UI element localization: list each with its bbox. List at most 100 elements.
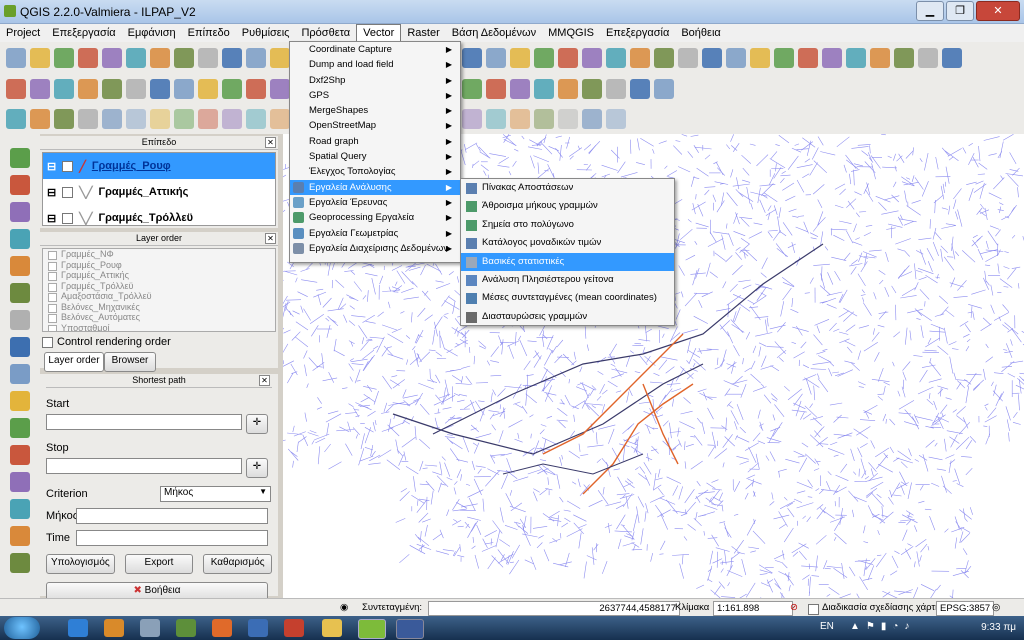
toolbar-tool-icon[interactable] [222,48,242,68]
toolbar-tool-icon[interactable] [222,79,242,99]
toolbar-tool-icon[interactable] [486,48,506,68]
toolbar-tool-icon[interactable] [486,79,506,99]
tab-browser[interactable]: Browser [104,352,156,372]
toolbar-tool-icon[interactable] [198,109,218,129]
app-icon[interactable] [284,619,304,637]
toolbar-tool-icon[interactable] [54,109,74,129]
toolbar-tool-icon[interactable] [558,109,578,129]
vector-menu-item[interactable]: Road graph ▶ [290,134,460,149]
analysis-menu-item[interactable]: Κατάλογος μοναδικών τιμών [461,234,674,252]
vector-menu-item[interactable]: Εργαλεία Έρευνας ▶ [290,195,460,210]
toolbar-tool-icon[interactable] [606,48,626,68]
toolbar-tool-icon[interactable] [846,48,866,68]
toolbar-tool-icon[interactable] [6,79,26,99]
collapse-icon[interactable]: ⊟ [47,186,56,199]
menu-1[interactable]: Επεξεργασία [46,24,121,42]
vector-menu-item[interactable]: Coordinate Capture ▶ [290,42,460,57]
toolbar-tool-icon[interactable] [6,109,26,129]
layer-order-list[interactable]: Γραμμές_ΝΦ Γραμμές_Ρουφ Γραμμές_Αττικής Γρα… [42,248,276,332]
toolbar-tool-icon[interactable] [918,48,938,68]
layer-order-item[interactable]: Βελόνες_Μηχανικές [43,302,275,312]
add-layer-icon[interactable] [10,445,30,465]
toolbar-tool-icon[interactable] [174,109,194,129]
toolbar-tool-icon[interactable] [558,79,578,99]
rendering-order-checkbox[interactable] [42,336,53,348]
add-layer-icon[interactable] [10,310,30,330]
layer-order-item[interactable]: Βελόνες_Αυτόματες [43,312,275,323]
toolbar-tool-icon[interactable] [654,48,674,68]
toolbar-tool-icon[interactable] [30,48,50,68]
toolbar-tool-icon[interactable] [78,109,98,129]
coordinate-display[interactable]: 2637744,4588177 [428,601,680,616]
toolbar-tool-icon[interactable] [54,79,74,99]
toolbar-tool-icon[interactable] [510,109,530,129]
toolbar-tool-icon[interactable] [702,48,722,68]
vector-menu-item[interactable]: Dxf2Shp ▶ [290,73,460,88]
epsg-button[interactable]: EPSG:3857 [936,601,994,616]
layer-item[interactable]: ⊟ ╲╱ Γραμμές_Τρόλλεϋ [43,205,275,231]
document-icon[interactable] [140,619,160,637]
add-layer-icon[interactable] [10,283,30,303]
layer-order-item[interactable]: Αμαξοστάσια_Τρόλλεϋ [43,291,275,302]
toolbar-tool-icon[interactable] [870,48,890,68]
toolbar-tool-icon[interactable] [102,109,122,129]
toolbar-tool-icon[interactable] [750,48,770,68]
minimize-button[interactable]: ▁ [916,1,944,21]
media-player-icon[interactable] [104,619,124,637]
close-button[interactable]: ✕ [976,1,1020,21]
qgis-taskbar-icon[interactable] [358,619,386,639]
toolbar-tool-icon[interactable] [150,109,170,129]
add-layer-icon[interactable] [10,499,30,519]
add-layer-icon[interactable] [10,553,30,573]
analysis-menu-item[interactable]: Πίνακας Αποστάσεων [461,179,674,197]
toolbar-tool-icon[interactable] [510,48,530,68]
toolbar-tool-icon[interactable] [678,48,698,68]
layer-order-item[interactable]: Γραμμές_Τρόλλεϋ [43,281,275,291]
toolbar-tool-icon[interactable] [462,79,482,99]
toolbar-tool-icon[interactable] [462,109,482,129]
add-layer-icon[interactable] [10,418,30,438]
layer-checkbox[interactable] [62,212,74,224]
add-layer-icon[interactable] [10,337,30,357]
toolbar-tool-icon[interactable] [726,48,746,68]
toolbar-tool-icon[interactable] [174,48,194,68]
app-icon[interactable] [248,619,268,637]
panel-close-icon[interactable]: ✕ [259,375,270,386]
toolbar-tool-icon[interactable] [222,109,242,129]
add-layer-icon[interactable] [10,202,30,222]
add-layer-icon[interactable] [10,175,30,195]
menu-7[interactable]: Raster [401,24,445,42]
toolbar-tool-icon[interactable] [510,79,530,99]
vector-menu-item[interactable]: Geoprocessing Εργαλεία ▶ [290,210,460,225]
stop-render-icon[interactable]: ⊘ [790,601,798,615]
add-layer-icon[interactable] [10,526,30,546]
vector-menu-item[interactable]: MergeShapes ▶ [290,103,460,118]
toolbar-tool-icon[interactable] [102,48,122,68]
export-button[interactable]: Export [124,554,194,574]
add-layer-icon[interactable] [10,391,30,411]
toolbar-tool-icon[interactable] [270,109,290,129]
vector-menu-item[interactable]: GPS ▶ [290,88,460,103]
menu-8[interactable]: Βάση Δεδομένων [446,24,542,42]
word-icon[interactable] [396,619,424,639]
control-rendering-order[interactable]: Control rendering order [42,336,276,348]
toolbar-tool-icon[interactable] [462,48,482,68]
toggle-extents-icon[interactable]: ◉ [340,601,348,615]
toolbar-tool-icon[interactable] [198,79,218,99]
scale-input[interactable]: 1:161.898 [713,601,793,616]
add-layer-icon[interactable] [10,229,30,249]
menu-6[interactable]: Vector [356,24,402,42]
layer-order-item[interactable]: Υποσταθμοί [43,323,275,331]
toolbar-tool-icon[interactable] [246,109,266,129]
toolbar-tool-icon[interactable] [126,48,146,68]
toolbar-tool-icon[interactable] [78,79,98,99]
toolbar-tool-icon[interactable] [30,79,50,99]
render-checkbox[interactable] [808,604,819,615]
analysis-menu-item[interactable]: Ανάλυση Πλησιέστερου γείτονα [461,271,674,289]
collapse-icon[interactable]: ⊟ [47,160,56,173]
analysis-menu-item[interactable]: Σημεία στο πολύγωνο [461,216,674,234]
menu-4[interactable]: Ρυθμίσεις [236,24,296,42]
calculate-button[interactable]: Υπολογισμός [46,554,115,574]
clear-button[interactable]: Καθαρισμός [203,554,273,574]
toolbar-tool-icon[interactable] [30,109,50,129]
